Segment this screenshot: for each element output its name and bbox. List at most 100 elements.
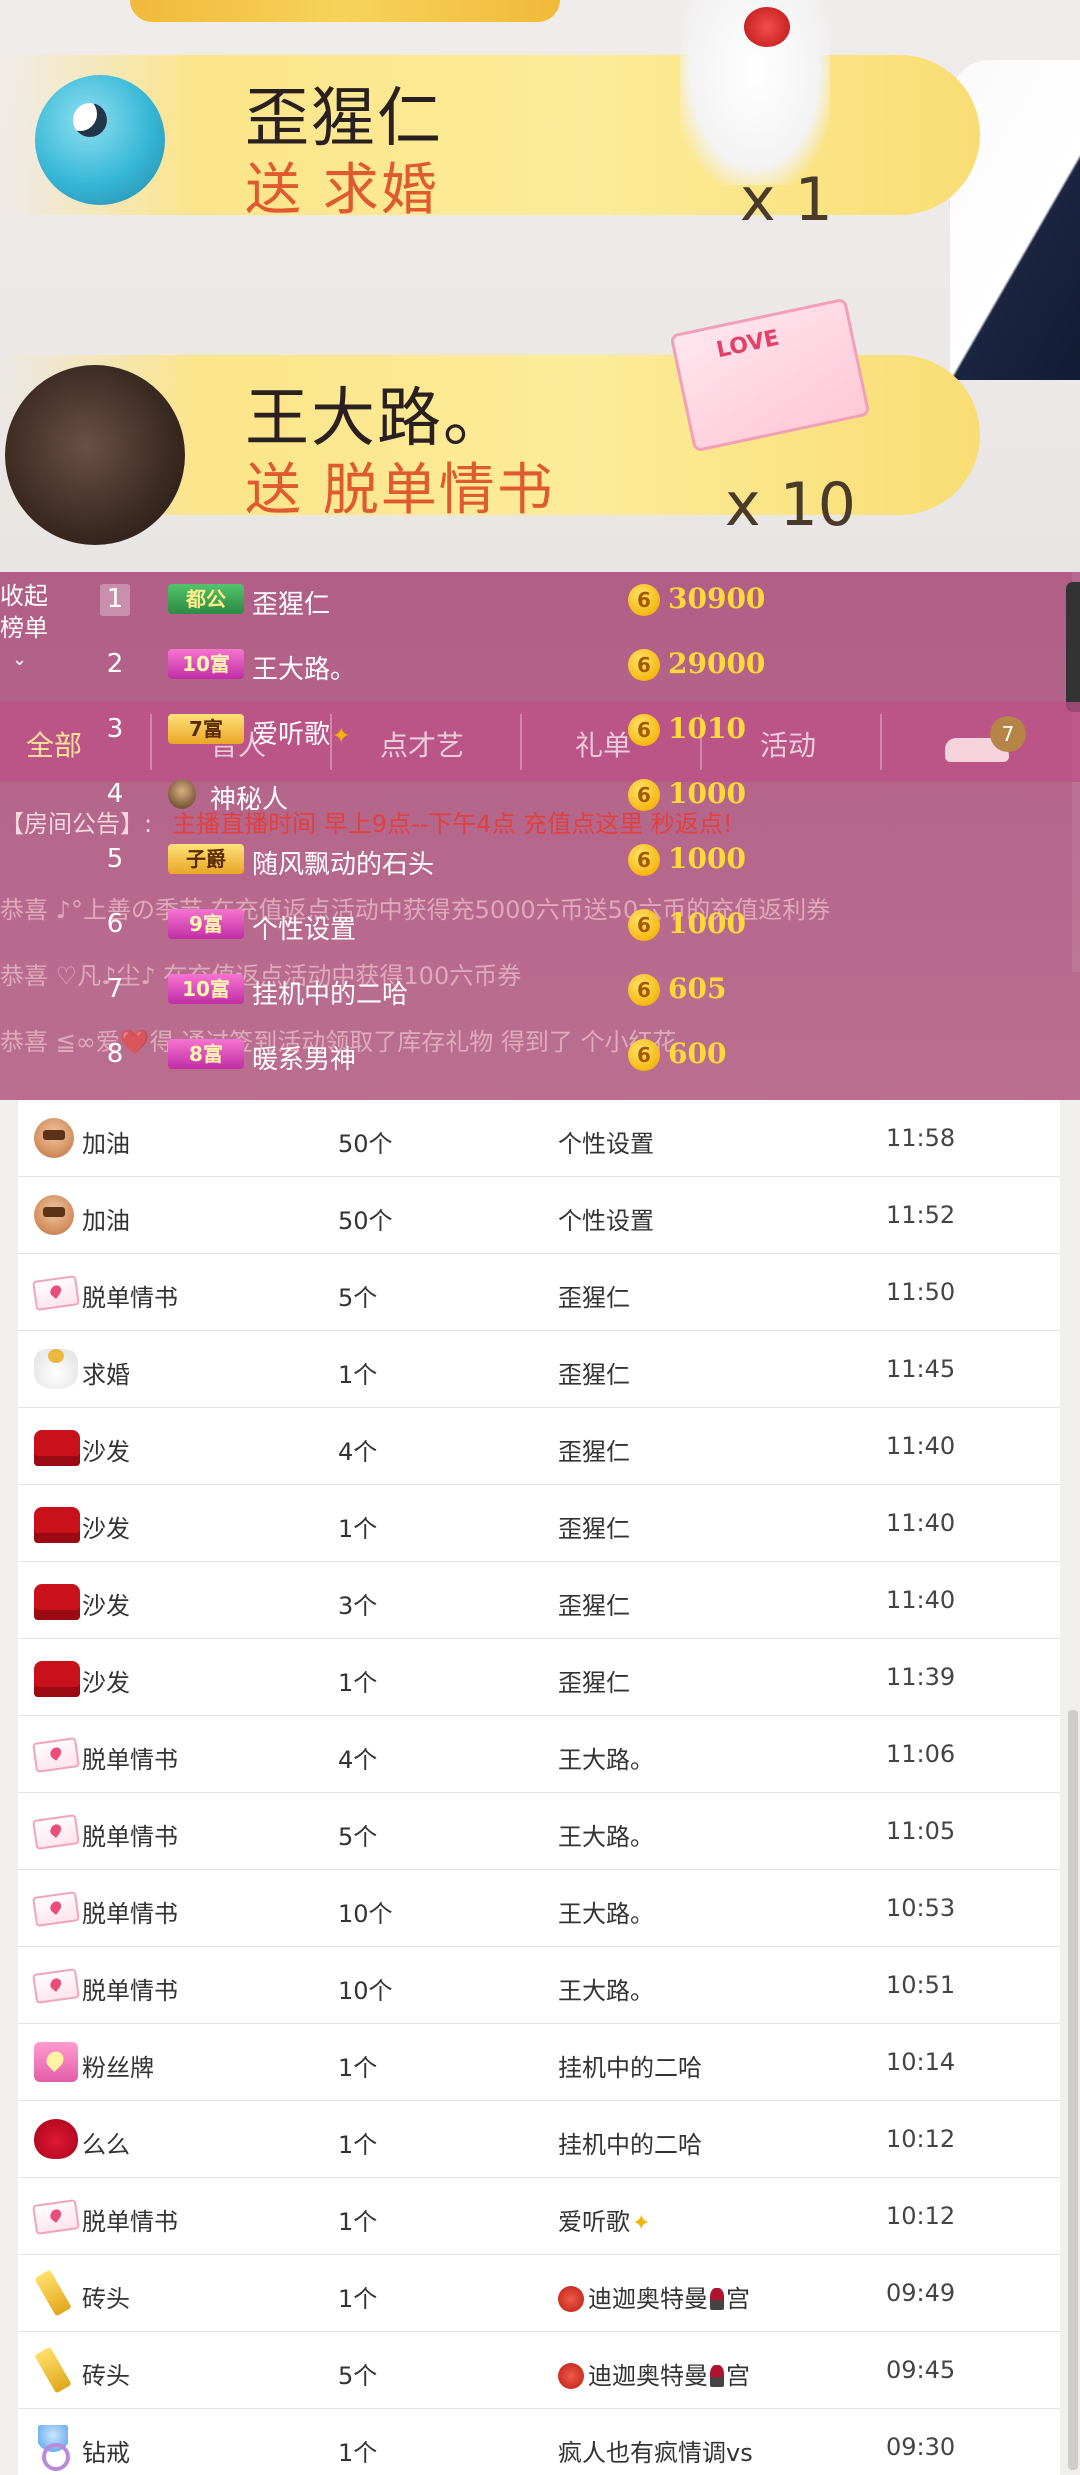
gift-log-row[interactable]: 沙发 4个 歪猩仁 11:40 xyxy=(18,1408,1060,1485)
ranking-row[interactable]: 7 10富 挂机中的二哈 6 605 xyxy=(0,962,760,1022)
gift-log-row[interactable]: 钻戒 1个 疯人也有疯情调vs 09:30 xyxy=(18,2409,1060,2475)
sofa-icon xyxy=(34,1584,80,1620)
gift-log-row[interactable]: 沙发 3个 歪猩仁 11:40 xyxy=(18,1562,1060,1639)
gift-time: 10:53 xyxy=(886,1894,956,1922)
gift-time: 11:50 xyxy=(886,1278,956,1306)
tab-activity[interactable]: 活动 xyxy=(760,724,816,764)
gift-log-row[interactable]: 加油 50个 个性设置 11:58 xyxy=(18,1100,1060,1177)
sender-name-suffix: 宫 xyxy=(726,2362,750,2390)
sender-name[interactable]: 挂机中的二哈 xyxy=(558,2048,702,2083)
sender-name[interactable]: 迪迦奥特曼宫 xyxy=(558,2356,750,2391)
jiayou-icon xyxy=(34,1195,74,1235)
gift-log-row[interactable]: 脱单情书 4个 王大路。 11:06 xyxy=(18,1716,1060,1793)
gift-log-row[interactable]: 脱单情书 5个 歪猩仁 11:50 xyxy=(18,1254,1060,1331)
gift-log-row[interactable]: 沙发 1个 歪猩仁 11:40 xyxy=(18,1485,1060,1562)
gift-time: 09:49 xyxy=(886,2279,956,2307)
sender-name[interactable]: 王大路。 xyxy=(558,1971,654,2006)
sender-name[interactable]: 挂机中的二哈 xyxy=(558,2125,702,2160)
coin-icon: 6 xyxy=(628,779,660,811)
sender-name-text: 爱听歌 xyxy=(558,2208,630,2236)
sender-name[interactable]: 歪猩仁 xyxy=(558,1355,630,1390)
gift-log-row[interactable]: 么么 1个 挂机中的二哈 10:12 xyxy=(18,2101,1060,2178)
gift-time: 11:58 xyxy=(886,1124,956,1152)
gift-log-row[interactable]: 砖头 5个 迪迦奥特曼宫 09:45 xyxy=(18,2332,1060,2409)
ranking-row[interactable]: 4 神秘人 6 1000 xyxy=(0,767,760,827)
gift-name: 沙发 xyxy=(82,1438,130,1466)
rank-level-badge: 子爵 xyxy=(168,844,244,874)
love-letter-icon xyxy=(32,2199,80,2235)
gift-name: 么么 xyxy=(82,2131,130,2159)
rank-user-name: 爱听歌✦ xyxy=(252,714,350,751)
sender-name[interactable]: 歪猩仁 xyxy=(558,1432,630,1467)
gift-count: 1个 xyxy=(338,2285,378,2313)
gift-time: 11:45 xyxy=(886,1355,956,1383)
sender-name[interactable]: 爱听歌✦ xyxy=(558,2202,650,2237)
gift-log-row[interactable]: 求婚 1个 歪猩仁 11:45 xyxy=(18,1331,1060,1408)
sender-name[interactable]: 王大路。 xyxy=(558,1740,654,1775)
sender-name-text: 个性设置 xyxy=(558,1207,654,1235)
banner-gift-count: x 10 xyxy=(725,470,856,540)
sofa-icon xyxy=(34,1430,80,1466)
gift-log-row[interactable]: 脱单情书 1个 爱听歌✦ 10:12 xyxy=(18,2178,1060,2255)
avatar xyxy=(35,75,165,205)
gift-time: 11:52 xyxy=(886,1201,956,1229)
gift-log-row[interactable]: 脱单情书 10个 王大路。 10:53 xyxy=(18,1870,1060,1947)
gift-name: 脱单情书 xyxy=(82,2208,178,2236)
ranking-row[interactable]: 6 9富 个性设置 6 1000 xyxy=(0,897,760,957)
gift-time: 10:51 xyxy=(886,1971,956,1999)
sofa-icon xyxy=(34,1507,80,1543)
gift-log-row[interactable]: 砖头 1个 迪迦奥特曼宫 09:49 xyxy=(18,2255,1060,2332)
gift-time: 11:40 xyxy=(886,1432,956,1460)
ranking-row[interactable]: 1 都公 歪猩仁 6 30900 xyxy=(0,572,765,632)
rank-value: 30900 xyxy=(668,582,766,615)
sender-name[interactable]: 王大路。 xyxy=(558,1894,654,1929)
gift-count: 3个 xyxy=(338,1592,378,1620)
love-letter-gift-icon xyxy=(669,297,871,453)
sender-name-text: 歪猩仁 xyxy=(558,1284,630,1312)
gift-count: 50个 xyxy=(338,1130,393,1158)
sender-name[interactable]: 个性设置 xyxy=(558,1124,654,1159)
gift-log-row[interactable]: 脱单情书 5个 王大路。 11:05 xyxy=(18,1793,1060,1870)
gift-count: 1个 xyxy=(338,2439,378,2467)
gift-count: 4个 xyxy=(338,1438,378,1466)
car-count-badge: 7 xyxy=(990,716,1026,752)
ranking-panel: 收起榜单 ⌄ 全部 普人 点才艺 礼单 活动 7 【房间公告】: 主播直播时间 早… xyxy=(0,572,1080,1100)
gift-log-row[interactable]: 加油 50个 个性设置 11:52 xyxy=(18,1177,1060,1254)
sender-name[interactable]: 歪猩仁 xyxy=(558,1278,630,1313)
gift-name: 脱单情书 xyxy=(82,1284,178,1312)
sender-name[interactable]: 迪迦奥特曼宫 xyxy=(558,2279,750,2314)
rank-number: 1 xyxy=(100,584,130,616)
sender-name-text: 挂机中的二哈 xyxy=(558,2131,702,2159)
ranking-row[interactable]: 8 8富 暖系男神 6 600 xyxy=(0,1027,760,1087)
gift-log-row[interactable]: 粉丝牌 1个 挂机中的二哈 10:14 xyxy=(18,2024,1060,2101)
sender-name[interactable]: 个性设置 xyxy=(558,1201,654,1236)
rank-user-name: 神秘人 xyxy=(210,785,289,815)
sparkle-icon: ✦ xyxy=(632,2211,651,2236)
ranking-row[interactable]: 2 10富 王大路。 6 29000 xyxy=(0,637,766,697)
gift-time: 10:12 xyxy=(886,2202,956,2230)
sender-name-text: 王大路。 xyxy=(558,1977,654,2005)
ranking-row[interactable]: 5 子爵 随风飘动的石头 6 1000 xyxy=(0,832,760,892)
sender-name[interactable]: 王大路。 xyxy=(558,1817,654,1852)
sender-name-text: 王大路。 xyxy=(558,1900,654,1928)
sender-name[interactable]: 歪猩仁 xyxy=(558,1586,630,1621)
ranking-scrollbar[interactable] xyxy=(1066,582,1080,712)
rank-value: 29000 xyxy=(668,647,766,680)
sender-name[interactable]: 歪猩仁 xyxy=(558,1663,630,1698)
gift-log-scrollbar[interactable] xyxy=(1068,1710,1078,2470)
sender-name[interactable]: 歪猩仁 xyxy=(558,1509,630,1544)
jiayou-icon xyxy=(34,1118,74,1158)
sender-name-text: 歪猩仁 xyxy=(558,1438,630,1466)
gift-log-row[interactable]: 沙发 1个 歪猩仁 11:39 xyxy=(18,1639,1060,1716)
coin-icon: 6 xyxy=(628,909,660,941)
coin-icon: 6 xyxy=(628,1039,660,1071)
sender-name[interactable]: 疯人也有疯情调vs xyxy=(558,2433,753,2468)
ranking-row[interactable]: 3 7富 爱听歌✦ 6 1010 xyxy=(0,702,760,762)
gift-name: 砖头 xyxy=(82,2285,130,2313)
gift-count: 10个 xyxy=(338,1900,393,1928)
gift-name: 沙发 xyxy=(82,1669,130,1697)
coin-icon: 6 xyxy=(628,844,660,876)
gift-log-row[interactable]: 脱单情书 10个 王大路。 10:51 xyxy=(18,1947,1060,2024)
gift-time: 10:14 xyxy=(886,2048,956,2076)
rank-value: 1000 xyxy=(668,907,746,940)
